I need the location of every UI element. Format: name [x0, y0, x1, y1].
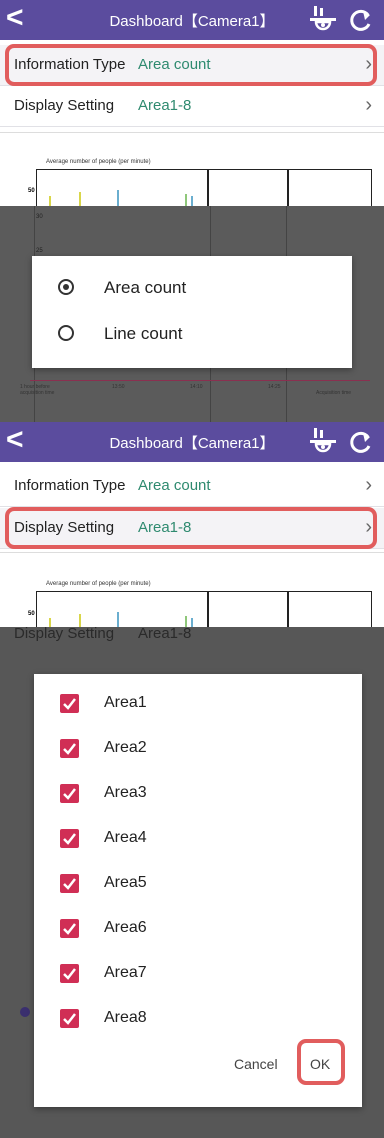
- checkbox-label: Area7: [104, 964, 147, 981]
- checkbox-label: Area8: [104, 1009, 147, 1026]
- display-setting-value: Area1-8: [138, 625, 192, 642]
- radio-option-label: Area count: [104, 278, 187, 297]
- cancel-button[interactable]: Cancel: [234, 1056, 278, 1072]
- checkbox-checked-icon: [60, 964, 79, 983]
- display-setting-dialog: Area1 Area2 Area3 Area4 Area5 Area6 Area…: [34, 674, 362, 1107]
- information-type-row[interactable]: Information Type Area count ›: [0, 466, 384, 507]
- y-tick-label: 50: [28, 188, 35, 194]
- radio-option-label: Line count: [104, 324, 183, 343]
- chart-gridline: [287, 592, 289, 627]
- highlight-information-type: [5, 44, 377, 86]
- dialog-overlay: Display Setting Area1-8 Area1 Area2 Area…: [0, 625, 384, 1138]
- highlight-ok-button: [297, 1039, 345, 1085]
- checkbox-label: Area1: [104, 694, 147, 711]
- camera-icon[interactable]: [308, 426, 338, 456]
- checkbox-checked-icon: [60, 739, 79, 758]
- x-tick-label: 14:10: [190, 384, 203, 390]
- highlight-display-setting: [5, 507, 377, 549]
- chart-title: Average number of people (per minute): [46, 581, 151, 587]
- checkbox-area6[interactable]: Area6: [34, 907, 362, 951]
- camera-icon[interactable]: [308, 4, 338, 34]
- chart-bar: [117, 190, 119, 206]
- y-tick-label: 30: [36, 214, 43, 220]
- chart-bar: [185, 194, 187, 206]
- app-bar: < Dashboard【Camera1】: [0, 0, 384, 40]
- chart-area: Average number of people (per minute) 50: [0, 552, 384, 627]
- chart-gridline: [207, 592, 209, 627]
- checkbox-checked-icon: [60, 784, 79, 803]
- checkbox-checked-icon: [60, 919, 79, 938]
- checkbox-checked-icon: [60, 874, 79, 893]
- checkbox-area8[interactable]: Area8: [34, 997, 362, 1041]
- panel-info-type: < Dashboard【Camera1】 Information Type Ar…: [0, 0, 384, 206]
- information-type-value: Area count: [138, 477, 211, 494]
- x-tick-label: 1 hour before acquisition time: [20, 384, 55, 396]
- radio-option-area-count[interactable]: Area count: [32, 268, 352, 308]
- y-tick-label: 25: [36, 248, 43, 254]
- checkbox-area1[interactable]: Area1: [34, 682, 362, 726]
- x-tick-label: 13:50: [112, 384, 125, 390]
- checkbox-label: Area4: [104, 829, 147, 846]
- checkbox-label: Area2: [104, 739, 147, 756]
- display-setting-value: Area1-8: [138, 97, 192, 114]
- chevron-right-icon: ›: [365, 474, 372, 496]
- chevron-right-icon: ›: [365, 94, 372, 116]
- checkbox-checked-icon: [60, 1009, 79, 1028]
- checkbox-label: Area3: [104, 784, 147, 801]
- chart-frame: [36, 169, 372, 206]
- radio-unselected-icon: [58, 325, 74, 341]
- dialog-overlay: 30 25 1 hour before acquisition time 13:…: [0, 206, 384, 422]
- chart-area: Average number of people (per minute) 50: [0, 132, 384, 206]
- chart-bar: [49, 196, 51, 206]
- radio-selected-icon: [58, 279, 74, 295]
- chart-axis: [30, 380, 370, 381]
- checkbox-label: Area6: [104, 919, 147, 936]
- checkbox-checked-icon: [60, 829, 79, 848]
- chart-gridline: [287, 170, 289, 206]
- radio-option-line-count[interactable]: Line count: [32, 314, 352, 354]
- legend-dot: [20, 1007, 30, 1017]
- checkbox-area2[interactable]: Area2: [34, 727, 362, 771]
- checkbox-area7[interactable]: Area7: [34, 952, 362, 996]
- panel-display-setting: < Dashboard【Camera1】 Information Type Ar…: [0, 422, 384, 627]
- checkbox-area3[interactable]: Area3: [34, 772, 362, 816]
- app-bar: < Dashboard【Camera1】: [0, 422, 384, 462]
- chart-bar: [117, 612, 119, 627]
- x-tick-label: 14:25: [268, 384, 281, 390]
- information-type-dialog: Area count Line count: [32, 256, 352, 368]
- refresh-icon[interactable]: [346, 428, 374, 456]
- chart-frame: [36, 591, 372, 627]
- checkbox-checked-icon: [60, 694, 79, 713]
- y-tick-label: 50: [28, 611, 35, 617]
- chart-bar: [79, 192, 81, 206]
- checkbox-area5[interactable]: Area5: [34, 862, 362, 906]
- checkbox-label: Area5: [104, 874, 147, 891]
- chart-gridline: [207, 170, 209, 206]
- display-setting-label: Display Setting: [14, 625, 115, 642]
- checkbox-area4[interactable]: Area4: [34, 817, 362, 861]
- display-setting-label: Display Setting: [14, 97, 115, 114]
- x-tick-label: Acquisition time: [316, 390, 352, 396]
- chart-title: Average number of people (per minute): [46, 159, 151, 165]
- refresh-icon[interactable]: [346, 6, 374, 34]
- chart-bar: [191, 196, 193, 206]
- information-type-label: Information Type: [14, 477, 126, 494]
- display-setting-row[interactable]: Display Setting Area1-8 ›: [0, 86, 384, 127]
